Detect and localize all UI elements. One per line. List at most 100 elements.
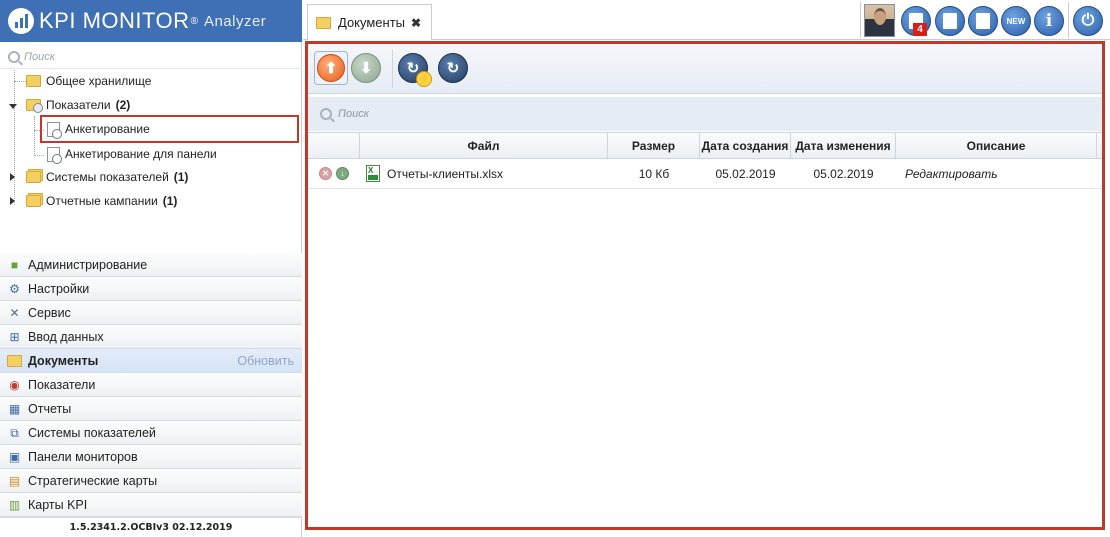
tab-label: Документы [338,15,406,30]
column-header-file[interactable]: Файл [360,132,608,159]
menu-item-kpi-maps[interactable]: ▥ Карты KPI [0,493,302,517]
selection-highlight-frame [40,115,299,143]
column-header-spacer [1097,132,1102,159]
documents-search-placeholder: Поиск [338,108,369,120]
gauge-icon: ◉ [9,377,20,392]
tree-item-label: Анкетирование для панели [65,147,217,161]
tree-search-placeholder: Поиск [24,50,55,63]
column-header-modified[interactable]: Дата изменения [791,132,896,159]
download-icon[interactable]: ↓ [336,167,349,180]
menu-item-indicators[interactable]: ◉ Показатели [0,373,302,397]
hierarchy-icon: ⧉ [10,425,19,440]
close-icon[interactable]: ✖ [411,16,421,30]
left-panel: KPI MONITOR ® Analyzer Поиск Общее храни… [0,0,302,537]
kpi-map-icon: ▥ [8,497,21,512]
tree-item-indicator-systems[interactable]: Системы показателей (1) [26,166,188,188]
reports-button[interactable] [935,6,965,36]
tree-item-label: Системы показателей [46,170,169,184]
refresh-button[interactable]: ↻ [438,53,468,83]
menu-item-label: Ввод данных [28,329,104,344]
menu-item-label: Показатели [28,377,96,392]
tree-item-count: (1) [162,194,178,208]
strategy-map-icon: ▤ [8,473,21,488]
sync-refresh-button[interactable]: ↻ ⚡ [398,53,432,87]
tree-connector [34,155,44,156]
cell-file[interactable]: Отчеты-клиенты.xlsx [360,159,608,189]
menu-item-label: Администрирование [28,257,148,272]
download-icon: ⬇ [359,60,373,77]
documents-panel: ⬆ ⬇ ↻ ⚡ ↻ Поиск Файл Размер Дата создани… [305,41,1105,530]
search-icon [320,108,332,120]
menu-item-label: Сервис [28,305,71,320]
row-actions: ✕ ↓ [308,159,360,189]
menu-item-strategy-maps[interactable]: ▤ Стратегические карты [0,469,302,493]
tree-item-label: Показатели [46,98,111,112]
expand-toggle-icon[interactable] [10,173,15,181]
logo-registered-mark: ® [190,15,198,27]
folder-icon [316,16,331,29]
toolbar-divider [860,2,861,38]
logo-bars-icon [8,8,34,34]
avatar[interactable] [864,4,895,37]
tools-icon: ✕ [9,305,20,320]
table-header: Файл Размер Дата создания Дата изменения… [308,132,1102,159]
tree-item-label: Общее хранилище [46,74,152,88]
delete-icon[interactable]: ✕ [319,167,332,180]
refresh-link[interactable]: Обновить [237,354,294,368]
cell-spacer [1097,159,1102,189]
menu-item-label: Карты KPI [28,497,88,512]
column-header-created[interactable]: Дата создания [700,132,791,159]
documents-search-field[interactable]: Поиск [308,97,1102,131]
version-info: 1.5.2341.2.OCBIv3 02.12.2019 [0,517,302,537]
documents-toolbar: ⬆ ⬇ ↻ ⚡ ↻ [308,44,1102,94]
menu-item-label: Системы показателей [28,425,156,440]
menu-item-data-entry[interactable]: ⊞ Ввод данных [0,325,302,349]
logo-subtitle: Analyzer [203,12,267,30]
data-entry-icon: ⊞ [9,329,20,344]
menu-item-indicator-systems[interactable]: ⧉ Системы показателей [0,421,302,445]
download-button[interactable]: ⬇ [351,53,381,83]
menu-item-documents[interactable]: Документы Обновить [0,349,302,373]
column-header-size[interactable]: Размер [608,132,700,159]
folder-icon [7,353,22,368]
toolbar-divider [392,50,393,88]
report-icon [943,13,957,29]
menu-item-administration[interactable]: ■ Администрирование [0,253,302,277]
navigation-tree: Общее хранилище Показатели (2) Анкетиров… [0,70,302,250]
tree-search-field[interactable]: Поиск [0,45,302,69]
table-icon: ▦ [8,401,21,416]
new-button[interactable]: NEW [1001,6,1031,36]
column-header-description[interactable]: Описание [896,132,1097,159]
cell-size: 10 Кб [638,166,670,181]
info-button[interactable]: i [1034,6,1064,36]
column-header-actions [308,132,360,159]
logout-button[interactable]: ⏻ [1073,6,1103,36]
menu-item-monitor-panels[interactable]: ▣ Панели мониторов [0,445,302,469]
menu-item-label: Панели мониторов [28,449,138,464]
tree-item-indicators[interactable]: Показатели (2) [26,94,130,116]
menu-item-reports[interactable]: ▦ Отчеты [0,397,302,421]
tree-item-report-campaigns[interactable]: Отчетные кампании (1) [26,190,177,212]
tree-item-survey-panel[interactable]: Анкетирование для панели [47,143,217,165]
tree-item-label: Отчетные кампании [46,194,158,208]
expand-toggle-icon[interactable] [10,197,15,205]
menu-item-service[interactable]: ✕ Сервис [0,301,302,325]
table-row[interactable]: ✕ ↓ Отчеты-клиенты.xlsx 10 Кб 05.02.2019… [308,159,1102,189]
tree-item-shared-storage[interactable]: Общее хранилище [26,70,151,92]
tab-documents[interactable]: Документы ✖ [307,4,432,40]
menu-item-label: Отчеты [28,401,72,416]
menu-item-label: Документы [28,353,99,368]
edit-description-link[interactable]: Редактировать [896,159,1097,189]
clipboard-button[interactable] [968,6,998,36]
menu-item-label: Настройки [28,281,90,296]
collapse-toggle-icon[interactable] [9,104,17,109]
section-menu: ■ Администрирование ⚙ Настройки ✕ Сервис… [0,253,302,517]
menu-item-settings[interactable]: ⚙ Настройки [0,277,302,301]
documents-table: Файл Размер Дата создания Дата изменения… [308,132,1102,189]
file-name: Отчеты-клиенты.xlsx [387,166,503,181]
cell-modified: 05.02.2019 [813,166,874,181]
new-icon: NEW [1006,16,1026,26]
app-logo: KPI MONITOR ® Analyzer [0,0,302,42]
upload-icon: ⬆ [317,54,345,82]
upload-button[interactable]: ⬆ [314,51,348,85]
